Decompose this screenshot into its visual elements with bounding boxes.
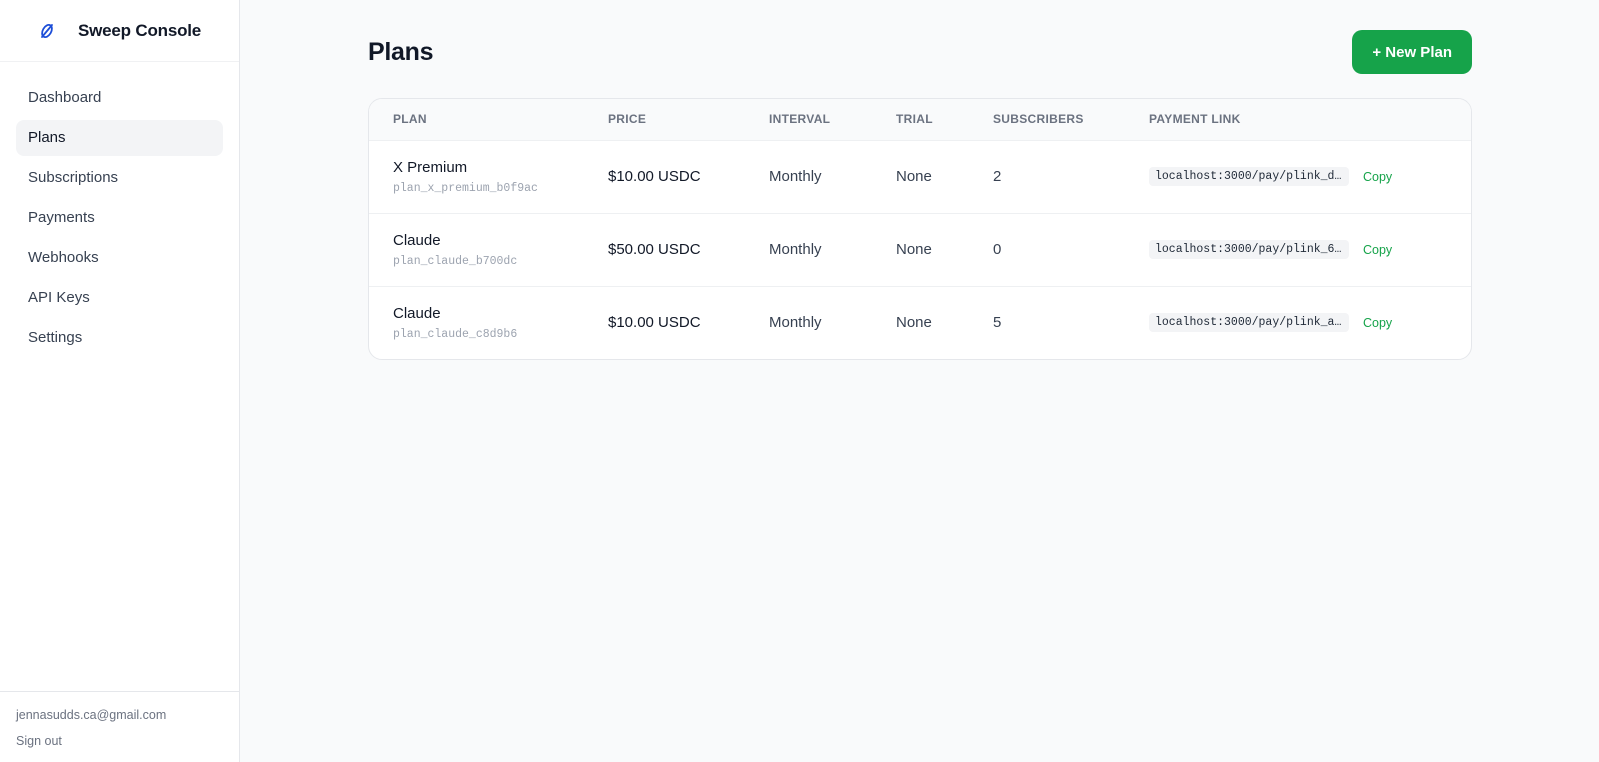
sweep-logo-icon xyxy=(38,22,56,40)
plan-id: plan_claude_c8d9b6 xyxy=(393,327,518,341)
plan-interval: Monthly xyxy=(769,314,822,332)
plan-price: $10.00 USDC xyxy=(608,314,701,332)
sidebar-footer: jennasudds.ca@gmail.com Sign out xyxy=(0,691,239,762)
sidebar: Sweep Console Dashboard Plans Subscripti… xyxy=(0,0,240,762)
copy-link-button[interactable]: Copy xyxy=(1363,170,1392,184)
plan-id: plan_x_premium_b0f9ac xyxy=(393,181,538,195)
main-content: Plans + New Plan PLAN PRICE INTERVAL TRI… xyxy=(240,0,1599,762)
table-header-row: PLAN PRICE INTERVAL TRIAL SUBSCRIBERS PA… xyxy=(369,99,1471,141)
sidebar-item-settings[interactable]: Settings xyxy=(16,320,223,356)
plan-interval: Monthly xyxy=(745,213,872,287)
column-header-interval: INTERVAL xyxy=(745,99,872,141)
plan-name: Claude xyxy=(393,304,441,322)
plan-price: $50.00 USDC xyxy=(584,213,745,287)
plan-trial: None xyxy=(872,213,969,287)
column-header-price: PRICE xyxy=(584,99,745,141)
sidebar-item-subscriptions[interactable]: Subscriptions xyxy=(16,160,223,196)
sidebar-item-api-keys[interactable]: API Keys xyxy=(16,280,223,316)
column-header-plan: PLAN xyxy=(369,99,584,141)
plan-id: plan_claude_b700dc xyxy=(393,254,518,268)
column-header-trial: TRIAL xyxy=(872,99,969,141)
payment-link-cell: localhost:3000/pay/plink_d7… Copy xyxy=(1125,140,1471,214)
plan-cell: Claude plan_claude_c8d9b6 xyxy=(369,286,584,359)
plan-subscribers: 5 xyxy=(993,314,1002,332)
plans-table-card: PLAN PRICE INTERVAL TRIAL SUBSCRIBERS PA… xyxy=(368,98,1472,360)
sign-out-link[interactable]: Sign out xyxy=(16,734,223,748)
plans-table: PLAN PRICE INTERVAL TRIAL SUBSCRIBERS PA… xyxy=(369,99,1471,359)
plan-trial: None xyxy=(872,140,969,214)
copy-link-button[interactable]: Copy xyxy=(1363,316,1392,330)
payment-link-cell: localhost:3000/pay/plink_ae… Copy xyxy=(1125,286,1471,359)
table-row: Claude plan_claude_b700dc $50.00 USDC Mo… xyxy=(369,213,1471,287)
plan-cell: X Premium plan_x_premium_b0f9ac xyxy=(369,140,584,214)
column-header-subscribers: SUBSCRIBERS xyxy=(969,99,1125,141)
column-header-payment-link: PAYMENT LINK xyxy=(1125,99,1471,141)
plan-subscribers: 2 xyxy=(969,140,1125,214)
app-name: Sweep Console xyxy=(78,20,202,40)
user-email: jennasudds.ca@gmail.com xyxy=(16,708,167,722)
plan-trial: None xyxy=(896,314,932,332)
sidebar-item-plans[interactable]: Plans xyxy=(16,120,223,156)
sidebar-item-dashboard[interactable]: Dashboard xyxy=(16,80,223,116)
table-row: X Premium plan_x_premium_b0f9ac $10.00 U… xyxy=(369,140,1471,214)
new-plan-button[interactable]: + New Plan xyxy=(1352,30,1472,74)
payment-link: localhost:3000/pay/plink_60… xyxy=(1149,240,1349,259)
plan-interval: Monthly xyxy=(745,140,872,214)
plan-cell: Claude plan_claude_b700dc xyxy=(369,213,584,287)
sidebar-item-payments[interactable]: Payments xyxy=(16,200,223,236)
plan-name: X Premium xyxy=(393,158,468,176)
page-header: Plans + New Plan xyxy=(368,30,1472,74)
copy-link-button[interactable]: Copy xyxy=(1363,243,1392,257)
page-title: Plans xyxy=(368,37,434,66)
payment-link: localhost:3000/pay/plink_d7… xyxy=(1149,167,1349,186)
payment-link-cell: localhost:3000/pay/plink_60… Copy xyxy=(1125,213,1471,287)
brand: Sweep Console xyxy=(0,0,239,62)
plan-subscribers: 0 xyxy=(969,213,1125,287)
sidebar-nav: Dashboard Plans Subscriptions Payments W… xyxy=(0,62,239,691)
payment-link: localhost:3000/pay/plink_ae… xyxy=(1149,313,1349,333)
table-row: Claude plan_claude_c8d9b6 $10.00 USDC Mo… xyxy=(369,286,1471,359)
plan-name: Claude xyxy=(393,231,441,249)
plan-price: $10.00 USDC xyxy=(584,140,745,214)
sidebar-item-webhooks[interactable]: Webhooks xyxy=(16,240,223,276)
